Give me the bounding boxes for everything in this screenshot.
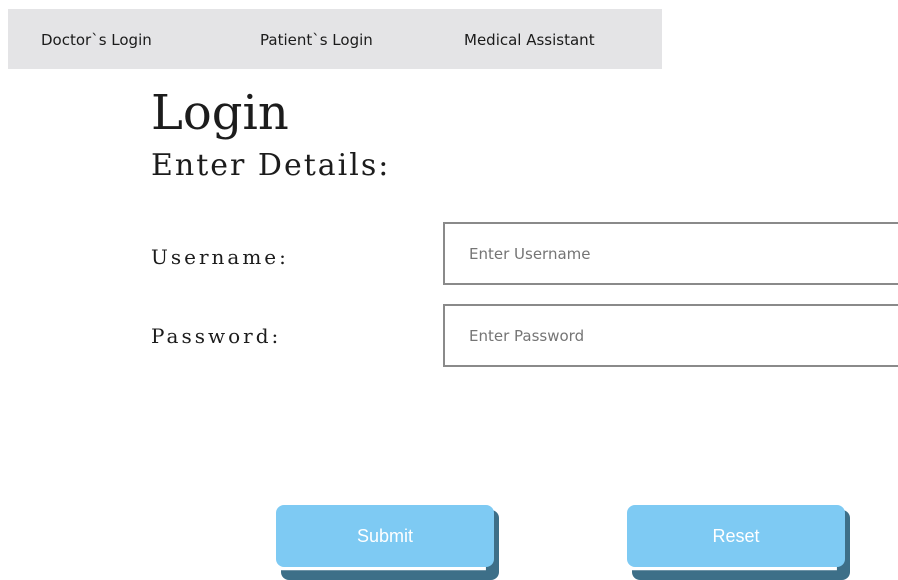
password-label: Password:: [151, 324, 282, 348]
page-subtitle: Enter Details:: [151, 148, 391, 183]
reset-button-label: Reset: [627, 505, 845, 567]
nav-doctors-login-link[interactable]: Doctor`s Login: [41, 9, 152, 69]
top-nav-bar: Doctor`s Login Patient`s Login Medical A…: [8, 9, 662, 69]
username-input[interactable]: [443, 222, 898, 285]
nav-patients-login-link[interactable]: Patient`s Login: [260, 9, 373, 69]
submit-button-label: Submit: [276, 505, 494, 567]
page-title: Login: [151, 85, 289, 141]
nav-medical-assistant-link[interactable]: Medical Assistant: [464, 9, 595, 69]
reset-button[interactable]: Reset: [627, 505, 850, 580]
submit-button[interactable]: Submit: [276, 505, 499, 580]
password-input[interactable]: [443, 304, 898, 367]
username-label: Username:: [151, 245, 289, 269]
